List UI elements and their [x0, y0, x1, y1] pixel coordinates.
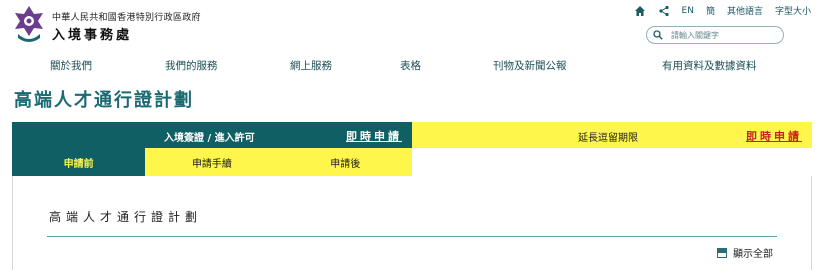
section-heading: 高端人才通行證計劃: [49, 210, 203, 224]
subtab-after-application[interactable]: 申請後: [278, 148, 412, 176]
content-panel: 高端人才通行證計劃 顯示全部: [12, 176, 812, 270]
nav-about-us[interactable]: 關於我們: [50, 58, 92, 73]
page-title: 高端人才通行證計劃: [14, 90, 194, 111]
lang-simplified-link[interactable]: 簡: [706, 4, 715, 17]
nav-useful-info-stats[interactable]: 有用資料及數據資料: [662, 58, 757, 73]
tab-extension-of-stay[interactable]: 延長逗留期限 即時申請: [412, 122, 812, 148]
top-utility-links: EN 簡 其他語言 字型大小: [634, 4, 811, 17]
nav-our-services[interactable]: 我們的服務: [165, 58, 218, 73]
search-input[interactable]: [671, 30, 781, 40]
tab-entry-visa-label: 入境簽證 / 進入許可: [164, 133, 255, 144]
hk-emblem-icon: [15, 6, 43, 42]
entry-visa-apply-now-link[interactable]: 即時申請: [346, 128, 402, 144]
government-name: 中華人民共和國香港特別行政區政府: [52, 13, 201, 23]
subtab-application-procedure[interactable]: 申請手續: [145, 148, 279, 176]
hk-emblem-logo[interactable]: [12, 4, 46, 44]
tab-entry-visa[interactable]: 入境簽證 / 進入許可 即時申請: [12, 122, 412, 148]
font-size-link[interactable]: 字型大小: [775, 4, 811, 17]
search-icon[interactable]: [653, 30, 663, 40]
other-languages-link[interactable]: 其他語言: [727, 4, 763, 17]
service-tabs: 入境簽證 / 進入許可 即時申請 延長逗留期限 即時申請: [12, 122, 812, 148]
nav-forms[interactable]: 表格: [400, 58, 421, 73]
tab-extension-label: 延長逗留期限: [578, 133, 638, 144]
show-all-toggle[interactable]: 顯示全部: [717, 245, 773, 260]
show-all-checkbox[interactable]: [717, 247, 727, 258]
extension-apply-now-link[interactable]: 即時申請: [746, 128, 802, 144]
lang-en-link[interactable]: EN: [682, 6, 694, 16]
subtab-before-application[interactable]: 申請前: [12, 148, 146, 176]
section-divider: [47, 236, 777, 237]
search-box: [646, 26, 784, 44]
nav-publications-press[interactable]: 刊物及新聞公報: [493, 58, 567, 73]
main-navigation: 關於我們 我們的服務 網上服務 表格 刊物及新聞公報 有用資料及數據資料: [0, 58, 829, 72]
sub-tabs: 申請前 申請手續 申請後: [12, 148, 412, 176]
nav-online-services[interactable]: 網上服務: [290, 58, 332, 73]
share-icon[interactable]: [658, 5, 670, 17]
home-icon[interactable]: [634, 5, 646, 17]
department-name[interactable]: 入境事務處: [52, 24, 132, 43]
show-all-label: 顯示全部: [733, 249, 773, 260]
